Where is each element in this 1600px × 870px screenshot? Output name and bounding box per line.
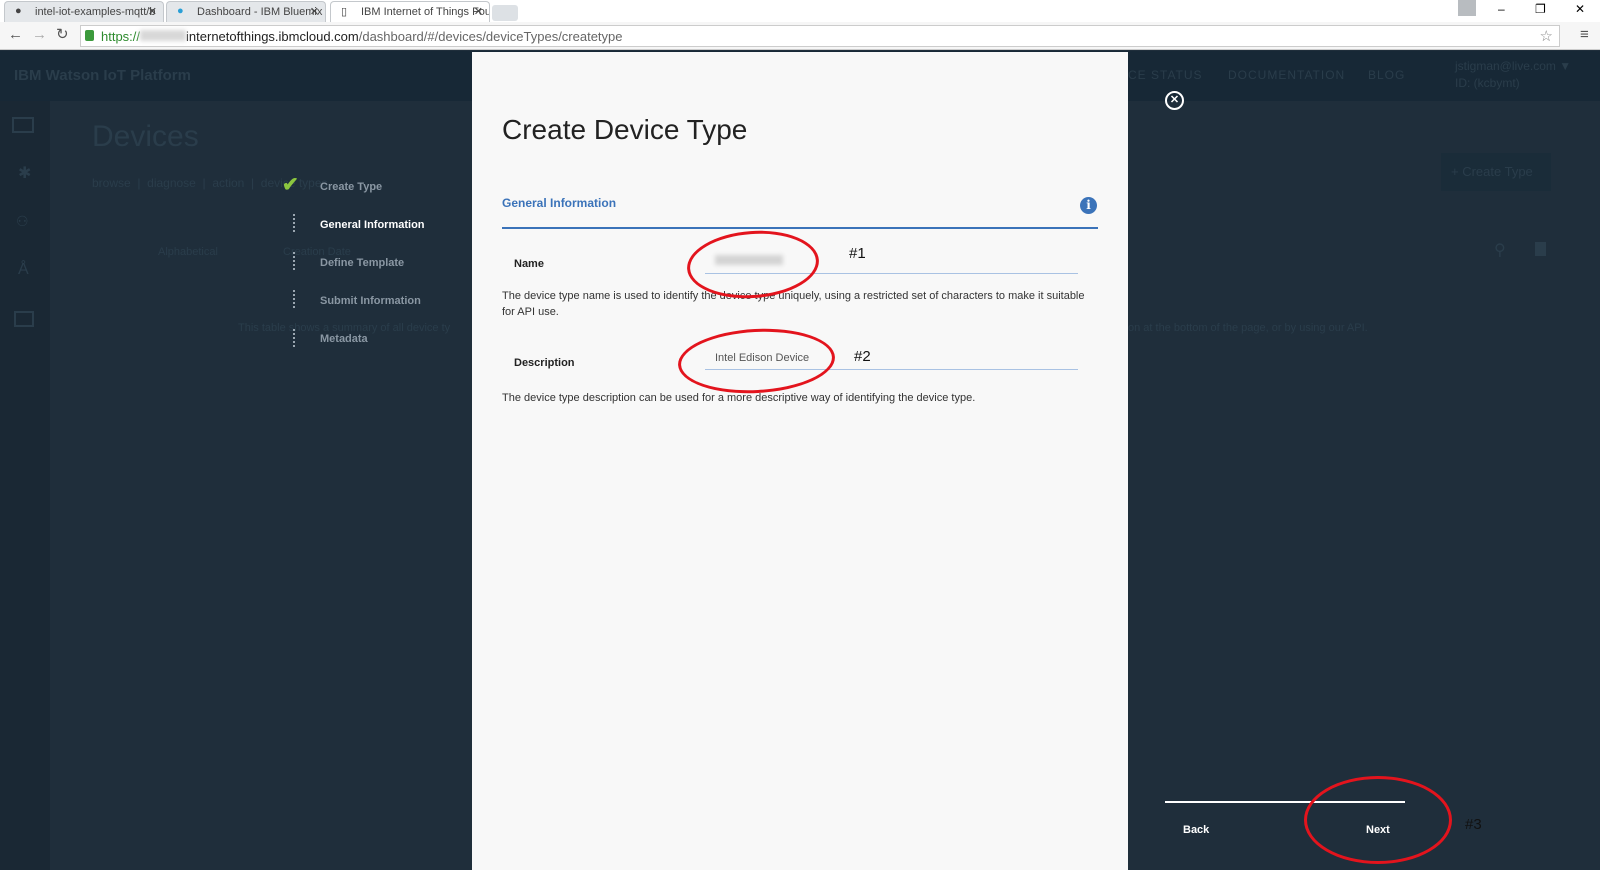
search-icon[interactable]: ⚲ — [1494, 240, 1506, 260]
sidebar: ✱ ⚇ Å — [0, 101, 50, 870]
close-icon[interactable]: ✕ — [1165, 91, 1184, 110]
page-icon: ▯ — [341, 6, 348, 18]
url-input[interactable]: https:// internetofthings.ibmcloud.com/da… — [80, 25, 1560, 47]
section-heading: General Information — [502, 196, 617, 210]
annotation-label-3: #3 — [1465, 816, 1482, 833]
column-alphabetical[interactable]: Alphabetical — [158, 246, 218, 258]
bookmark-star-icon[interactable]: ☆ — [1540, 27, 1553, 45]
description-help-text: The device type description can be used … — [502, 392, 976, 404]
reload-icon[interactable]: ↻ — [56, 25, 69, 43]
bluemix-icon: ● — [177, 5, 184, 17]
new-tab-button[interactable] — [492, 5, 518, 21]
name-help-text: The device type name is used to identify… — [502, 290, 1085, 318]
subnav-action[interactable]: action — [212, 176, 244, 190]
step-dots — [293, 252, 295, 270]
section-divider — [502, 227, 1098, 229]
modal-title: Create Device Type — [502, 114, 748, 145]
name-label: Name — [514, 258, 544, 270]
forward-icon[interactable]: → — [32, 26, 47, 43]
extensions-icon[interactable] — [14, 311, 34, 327]
nav-status[interactable]: CE STATUS — [1128, 68, 1203, 82]
close-tab-icon[interactable]: ✕ — [474, 5, 483, 18]
minimize-icon[interactable]: – — [1498, 2, 1505, 16]
menu-icon[interactable]: ≡ — [1580, 26, 1589, 43]
address-bar: ← → ↻ https:// internetofthings.ibmcloud.… — [0, 22, 1600, 50]
create-type-button[interactable]: + Create Type — [1441, 153, 1551, 191]
subnav-browse[interactable]: browse — [92, 176, 131, 190]
org-id: ID: (kcbymt) — [1455, 76, 1520, 90]
browser-tab[interactable]: ● intel-iot-examples-mqtt/b ✕ — [4, 1, 164, 22]
step-metadata: Metadata — [320, 333, 368, 345]
devices-icon[interactable]: ✱ — [18, 163, 31, 183]
step-dots — [293, 329, 295, 347]
create-device-type-modal: Create Device Type General Information i… — [472, 52, 1128, 870]
tab-label: IBM Internet of Things Fou — [361, 6, 490, 18]
close-window-icon[interactable]: ✕ — [1575, 2, 1585, 16]
trash-icon[interactable] — [1535, 242, 1546, 256]
url-path: /dashboard/#/devices/deviceTypes/createt… — [358, 29, 623, 44]
browser-tab-bar: ● intel-iot-examples-mqtt/b ✕ ● Dashboard -… — [0, 0, 1600, 22]
close-tab-icon[interactable]: ✕ — [148, 5, 157, 18]
browser-tab-active[interactable]: ▯ IBM Internet of Things Fou ✕ — [330, 1, 490, 22]
step-dots — [293, 214, 295, 232]
page-title: Devices — [92, 120, 199, 153]
annotation-label-2: #2 — [854, 348, 871, 365]
close-tab-icon[interactable]: ✕ — [310, 5, 319, 18]
profile-icon[interactable] — [1458, 0, 1476, 16]
url-host: internetofthings.ibmcloud.com — [186, 29, 359, 44]
nav-documentation[interactable]: DOCUMENTATION — [1228, 68, 1345, 82]
members-icon[interactable]: ⚇ — [16, 213, 29, 230]
rules-icon[interactable]: Å — [18, 261, 29, 279]
info-icon[interactable]: i — [1080, 197, 1097, 214]
step-submit-information: Submit Information — [320, 295, 421, 307]
nav-blog[interactable]: BLOG — [1368, 68, 1405, 82]
user-menu[interactable]: jstigman@live.com ▼ — [1455, 59, 1571, 73]
tab-label: intel-iot-examples-mqtt/b — [35, 6, 156, 18]
back-icon[interactable]: ← — [8, 26, 23, 43]
annotation-circle-next — [1304, 776, 1452, 864]
step-define-template: Define Template — [320, 257, 405, 269]
back-button[interactable]: Back — [1183, 824, 1209, 836]
boards-icon[interactable] — [12, 117, 34, 133]
app-title: IBM Watson IoT Platform — [14, 67, 191, 84]
step-create-type: Create Type — [320, 181, 383, 193]
github-icon: ● — [15, 5, 22, 17]
annotation-label-1: #1 — [849, 245, 866, 262]
url-scheme: https:// — [101, 29, 141, 44]
check-icon: ✔ — [282, 174, 299, 196]
step-dots — [293, 290, 295, 308]
step-general-information: General Information — [320, 219, 425, 231]
summary-text-right: on at the bottom of the page, or by usin… — [1128, 322, 1368, 334]
browser-tab[interactable]: ● Dashboard - IBM Bluemix ✕ — [166, 1, 326, 22]
lock-icon — [85, 30, 94, 41]
tab-label: Dashboard - IBM Bluemix — [197, 6, 323, 18]
restore-icon[interactable]: ❐ — [1535, 2, 1546, 16]
subnav-diagnose[interactable]: diagnose — [147, 176, 196, 190]
description-label: Description — [514, 357, 575, 369]
